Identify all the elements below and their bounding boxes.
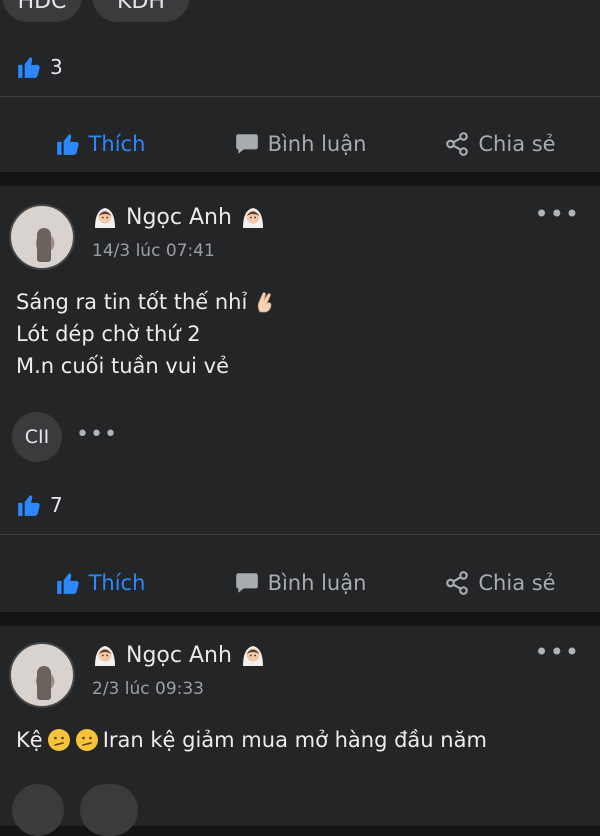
author-row: Ngọc Anh <box>92 642 266 668</box>
share-icon <box>446 132 469 156</box>
comment-button[interactable]: Bình luận <box>200 553 400 613</box>
like-count: 3 <box>50 55 63 79</box>
post-body: Kệ Iran kệ giảm mua mở hàng đầu năm <box>16 724 487 756</box>
post-line-text: Sáng ra tin tốt thế nhỉ <box>16 290 248 314</box>
reactor-avatar[interactable] <box>12 784 64 836</box>
divider <box>0 96 600 97</box>
post-line: M.n cuối tuần vui vẻ <box>16 350 277 382</box>
tag-chip[interactable]: HDC <box>2 0 82 22</box>
action-bar: Thích Bình luận Chia sẻ <box>0 553 600 613</box>
post-body: Sáng ra tin tốt thế nhỉ Lót dép chờ thứ … <box>16 286 277 382</box>
post-line-text: M.n cuối tuần vui vẻ <box>16 354 229 378</box>
share-button[interactable]: Chia sẻ <box>400 114 600 174</box>
like-button[interactable]: Thích <box>0 114 200 174</box>
share-button[interactable]: Chia sẻ <box>400 553 600 613</box>
post-card-previous: HDC KDH 3 Thích Bình luận Chia sẻ <box>0 0 600 172</box>
like-summary[interactable]: 3 <box>16 54 63 80</box>
reactor-avatar[interactable]: CII <box>12 412 62 462</box>
comment-button[interactable]: Bình luận <box>200 114 400 174</box>
like-summary[interactable]: 7 <box>16 492 63 518</box>
like-count: 7 <box>50 493 63 517</box>
post-line: Kệ Iran kệ giảm mua mở hàng đầu năm <box>16 724 487 756</box>
reactor-initials: CII <box>24 426 50 448</box>
action-bar: Thích Bình luận Chia sẻ <box>0 114 600 174</box>
tag-label: HDC <box>17 0 67 14</box>
post-line-text: Lót dép chờ thứ 2 <box>16 322 201 346</box>
post-line: Sáng ra tin tốt thế nhỉ <box>16 286 277 318</box>
comment-icon <box>235 134 258 154</box>
crossed-fingers-emoji <box>258 292 272 313</box>
bride-emoji <box>95 208 115 228</box>
like-button[interactable]: Thích <box>0 553 200 613</box>
comment-label: Bình luận <box>267 132 367 156</box>
post-prefix: Kệ <box>16 728 43 752</box>
share-icon <box>446 571 469 595</box>
bride-emoji <box>242 646 263 666</box>
post-time[interactable]: 2/3 lúc 09:33 <box>92 679 204 699</box>
thumbs-up-icon <box>18 57 40 78</box>
post-time[interactable]: 14/3 lúc 07:41 <box>92 241 215 261</box>
more-reactors-icon[interactable]: ••• <box>76 422 118 447</box>
tag-chip[interactable]: KDH <box>92 0 190 22</box>
post-card: Ngọc Anh 14/3 lúc 07:41 ••• Sáng ra tin … <box>0 186 600 612</box>
tag-label: KDH <box>117 0 165 14</box>
share-label: Chia sẻ <box>478 571 556 595</box>
post-line: Lót dép chờ thứ 2 <box>16 318 277 350</box>
author-row: Ngọc Anh <box>92 204 266 230</box>
like-label: Thích <box>88 132 146 156</box>
post-line-text: Iran kệ giảm mua mở hàng đầu năm <box>102 728 487 752</box>
reactor-avatar[interactable] <box>80 784 138 836</box>
like-label: Thích <box>88 571 146 595</box>
avatar[interactable] <box>9 204 75 270</box>
divider <box>0 534 600 535</box>
bride-emoji <box>95 646 115 666</box>
confused-face-emoji <box>47 729 70 751</box>
author-name[interactable]: Ngọc Anh <box>126 643 232 668</box>
post-card: Ngọc Anh 2/3 lúc 09:33 ••• Kệ Iran kệ gi… <box>0 626 600 836</box>
bride-emoji <box>242 208 263 228</box>
thumbs-up-icon <box>56 573 79 594</box>
thumbs-up-icon <box>18 495 40 516</box>
confused-face-emoji <box>75 729 98 751</box>
thumbs-up-icon <box>56 134 79 155</box>
comment-icon <box>235 573 258 593</box>
share-label: Chia sẻ <box>478 132 556 156</box>
avatar[interactable] <box>9 642 75 708</box>
comment-label: Bình luận <box>267 571 367 595</box>
author-name[interactable]: Ngọc Anh <box>126 205 232 230</box>
more-icon[interactable]: ••• <box>535 638 580 666</box>
more-icon[interactable]: ••• <box>535 200 580 228</box>
